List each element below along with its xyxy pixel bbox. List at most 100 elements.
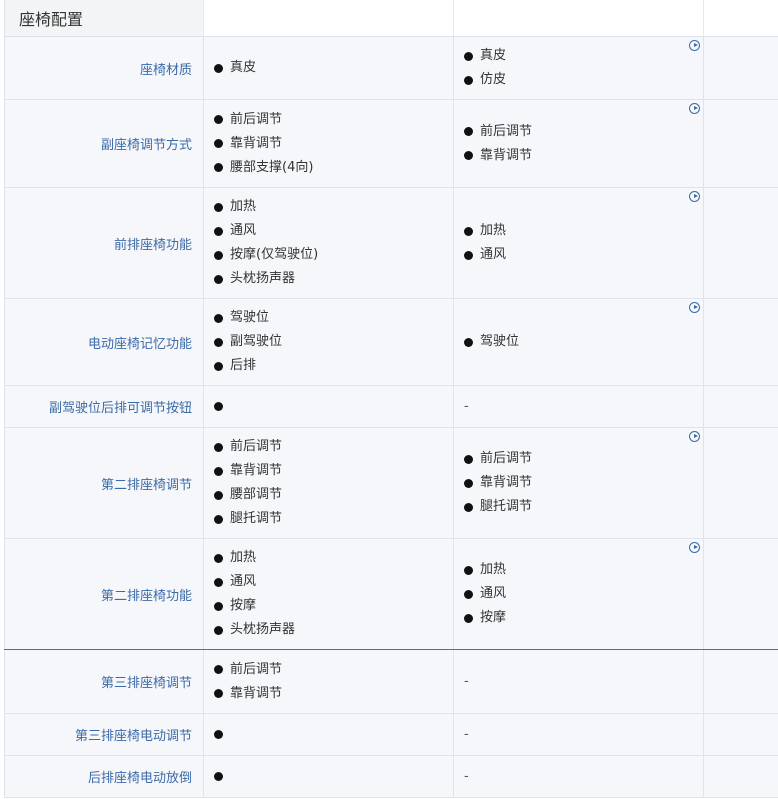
- table-row: 第三排座椅调节 前后调节 靠背调节 -: [4, 650, 778, 714]
- item-text: 驾驶位: [230, 310, 270, 325]
- item-text: 靠背调节: [480, 475, 533, 490]
- play-circle-icon[interactable]: [689, 40, 700, 51]
- list-item: 前后调节: [464, 447, 703, 471]
- play-circle-icon[interactable]: [689, 191, 700, 202]
- list-item: 真皮: [214, 56, 453, 80]
- list-item: 加热: [214, 195, 453, 219]
- item-text: 前后调节: [230, 111, 283, 127]
- play-circle-icon[interactable]: [689, 302, 700, 313]
- bullet-dot-icon: [464, 226, 473, 236]
- play-circle-icon[interactable]: [689, 103, 700, 114]
- bullet-dot-icon: [464, 589, 473, 599]
- value-cell-1: [203, 386, 453, 427]
- value-cell-3: [703, 386, 778, 427]
- header-column-1: [203, 0, 453, 37]
- value-cell-2: -: [453, 650, 703, 713]
- value-cell-2: -: [453, 756, 703, 797]
- section-header: 座椅配置: [4, 0, 778, 37]
- item-text: 驾驶位: [480, 334, 520, 349]
- table-row: 后排座椅电动放倒 -: [4, 756, 778, 798]
- bullet-dot-icon: [464, 454, 473, 464]
- value-cell-3: [703, 100, 778, 187]
- row-label: 第二排座椅调节: [4, 428, 203, 538]
- value-cell-2: 驾驶位: [453, 299, 703, 385]
- value-cell-1: 加热通风按摩头枕扬声器: [203, 539, 453, 649]
- value-cell-1: 真皮: [203, 37, 453, 99]
- item-text: 头枕扬声器: [230, 622, 296, 637]
- item-text: 按摩: [230, 598, 257, 613]
- list-item: 前后调节: [214, 108, 453, 132]
- list-item: 加热: [464, 558, 703, 582]
- item-text: 靠背调节: [480, 147, 533, 163]
- list-item: 副驾驶位: [214, 330, 453, 354]
- spec-table: 座椅材质 真皮 真皮 仿皮 副座椅调节方式 前后调节 靠背调节 腰部支撑(4向) 前后调节 靠背调…: [4, 37, 778, 798]
- play-circle-icon[interactable]: [689, 431, 700, 442]
- list-item: 驾驶位: [464, 330, 703, 354]
- header-column-2: [453, 0, 703, 37]
- bullet-dot-icon: [214, 361, 223, 371]
- item-text: 按摩(仅驾驶位): [230, 247, 319, 262]
- item-text: 按摩: [480, 610, 507, 625]
- empty-value-dash: -: [464, 726, 469, 742]
- list-item: 腿托调节: [464, 495, 703, 519]
- list-item: [214, 395, 453, 419]
- row-label: 副驾驶位后排可调节按钮: [4, 386, 203, 427]
- list-item: 头枕扬声器: [214, 267, 453, 291]
- spec-comparison-page: 座椅配置 座椅材质 真皮 真皮 仿皮 副座椅调节方式 前后调节 靠背调节 腰部支撑(4向) 前后…: [0, 0, 778, 799]
- item-text: 加热: [230, 550, 257, 565]
- row-label: 第三排座椅调节: [4, 650, 203, 713]
- table-row: 第三排座椅电动调节 -: [4, 714, 778, 756]
- list-item: 前后调节: [464, 120, 703, 144]
- bullet-dot-icon: [464, 151, 473, 160]
- item-text: 加热: [480, 223, 507, 238]
- item-text: 靠背调节: [230, 685, 283, 701]
- bullet-dot-icon: [214, 490, 223, 500]
- row-label: 电动座椅记忆功能: [4, 299, 203, 385]
- list-item: 通风: [214, 570, 453, 594]
- bullet-dot-icon: [464, 75, 473, 85]
- table-row: 第二排座椅调节 前后调节 靠背调节 腰部调节 腿托调节 前后调节 靠背调节 腿托调节: [4, 428, 778, 539]
- list-item: 驾驶位: [214, 306, 453, 330]
- list-item: 按摩(仅驾驶位): [214, 243, 453, 267]
- bullet-dot-icon: [214, 115, 223, 124]
- list-item: 靠背调节: [214, 459, 453, 483]
- item-text: 腿托调节: [480, 499, 533, 514]
- list-item: 按摩: [214, 594, 453, 618]
- value-cell-3: [703, 428, 778, 538]
- row-label: 后排座椅电动放倒: [4, 756, 203, 797]
- item-text: 前后调节: [480, 123, 533, 139]
- empty-value-dash: -: [464, 673, 469, 689]
- value-cell-1: [203, 756, 453, 797]
- table-row: 前排座椅功能 加热 通风 按摩(仅驾驶位) 头枕扬声器 加热 通风: [4, 188, 778, 299]
- list-item: 靠背调节: [214, 682, 453, 706]
- bullet-dot-icon: [214, 163, 223, 172]
- bullet-dot-icon: [214, 772, 223, 781]
- list-item: 后排: [214, 354, 453, 378]
- play-circle-icon[interactable]: [689, 542, 700, 553]
- row-label: 座椅材质: [4, 37, 203, 99]
- list-item: 真皮: [464, 44, 703, 68]
- bullet-dot-icon: [464, 127, 473, 136]
- bullet-dot-icon: [214, 337, 223, 347]
- list-item: 头枕扬声器: [214, 618, 453, 642]
- value-cell-3: [703, 650, 778, 713]
- item-text: 加热: [230, 199, 257, 214]
- table-row: 座椅材质 真皮 真皮 仿皮: [4, 37, 778, 100]
- row-label: 副座椅调节方式: [4, 100, 203, 187]
- table-row: 副驾驶位后排可调节按钮 -: [4, 386, 778, 428]
- value-cell-2: 加热 通风 按摩: [453, 539, 703, 649]
- list-item: [214, 765, 453, 789]
- item-text: 靠背调节: [230, 463, 283, 478]
- list-item: 仿皮: [464, 68, 703, 92]
- bullet-dot-icon: [214, 274, 223, 284]
- item-text: 通风: [230, 574, 257, 589]
- list-item: 靠背调节: [214, 132, 453, 156]
- item-text: 腰部调节: [230, 487, 283, 502]
- item-text: 通风: [480, 247, 507, 262]
- item-text: 通风: [230, 223, 257, 238]
- table-row: 电动座椅记忆功能 驾驶位 副驾驶位 后排 驾驶位: [4, 299, 778, 386]
- bullet-dot-icon: [214, 250, 223, 260]
- bullet-dot-icon: [214, 514, 223, 524]
- bullet-dot-icon: [214, 202, 223, 212]
- bullet-dot-icon: [214, 577, 223, 587]
